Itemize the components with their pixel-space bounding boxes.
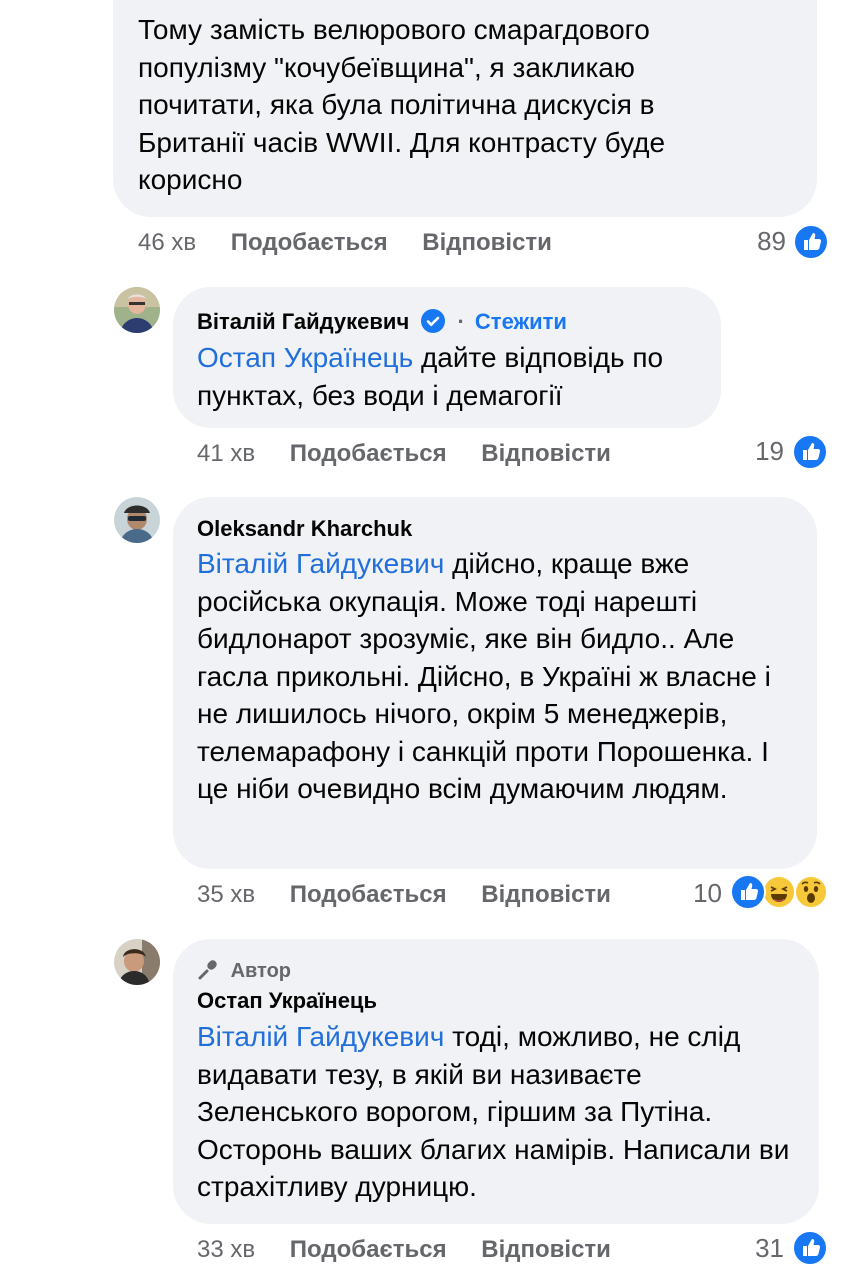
reaction-count[interactable]: 89: [757, 226, 786, 257]
comment-text: Тому замість велюрового смарагдового поп…: [138, 14, 666, 195]
laugh-icon[interactable]: [762, 875, 796, 909]
comment-time[interactable]: 33 хв: [197, 1236, 255, 1263]
like-button[interactable]: Подобається: [290, 1236, 447, 1263]
comment-meta: 35 хв Подобається Відповісти: [197, 881, 611, 909]
reply-button[interactable]: Відповісти: [481, 440, 611, 467]
comment-body: дійсно, краще вже російська окупація. Мо…: [197, 548, 771, 804]
mention-link[interactable]: Остап Украïнець: [197, 342, 413, 373]
comment-meta: 46 хв Подобається Відповісти: [138, 229, 552, 257]
mention-link[interactable]: Віталій Гайдукевич: [197, 548, 444, 579]
comment-text: Віталій Гайдукевич дійсно, краще вже рос…: [197, 545, 787, 808]
verified-badge-icon: [421, 309, 446, 333]
like-icon[interactable]: [792, 1230, 828, 1266]
reply-button[interactable]: Відповісти: [481, 1236, 611, 1263]
comment-text: Остап Украïнець дайте відповідь по пункт…: [197, 339, 707, 414]
reaction-count[interactable]: 10: [693, 878, 722, 909]
reply-button[interactable]: Відповісти: [422, 229, 552, 256]
like-button[interactable]: Подобається: [290, 440, 447, 467]
comment-text: Віталій Гайдукевич тоді, можливо, не слі…: [197, 1018, 802, 1206]
avatar[interactable]: [114, 497, 160, 543]
like-button[interactable]: Подобається: [231, 229, 388, 256]
comment-time[interactable]: 46 хв: [138, 229, 196, 256]
comment-author[interactable]: Oleksandr Kharchuk: [197, 516, 412, 542]
follow-button[interactable]: Стежити: [475, 309, 567, 334]
reply-button[interactable]: Відповісти: [481, 881, 611, 908]
like-icon[interactable]: [792, 434, 828, 470]
microphone-icon: [197, 957, 221, 981]
comment-meta: 41 хв Подобається Відповісти: [197, 440, 611, 468]
author-badge: Автор: [197, 957, 291, 983]
reaction-count[interactable]: 19: [755, 436, 784, 467]
avatar[interactable]: [114, 287, 160, 333]
author-name[interactable]: Віталій Гайдукевич: [197, 309, 409, 334]
like-button[interactable]: Подобається: [290, 881, 447, 908]
wow-icon[interactable]: [794, 875, 828, 909]
like-icon[interactable]: [730, 874, 766, 910]
comment-meta: 33 хв Подобається Відповісти: [197, 1236, 611, 1264]
reaction-count[interactable]: 31: [755, 1233, 784, 1264]
comment-time[interactable]: 41 хв: [197, 440, 255, 467]
avatar[interactable]: [114, 939, 160, 985]
comment-author: Віталій Гайдукевич · Стежити: [197, 309, 567, 335]
mention-link[interactable]: Віталій Гайдукевич: [197, 1021, 444, 1052]
comment-time[interactable]: 35 хв: [197, 881, 255, 908]
comment-author[interactable]: Остап Украïнець: [197, 988, 377, 1014]
like-icon[interactable]: [793, 224, 829, 260]
author-badge-label: Автор: [230, 960, 292, 982]
follow-separator: ·: [457, 309, 465, 334]
